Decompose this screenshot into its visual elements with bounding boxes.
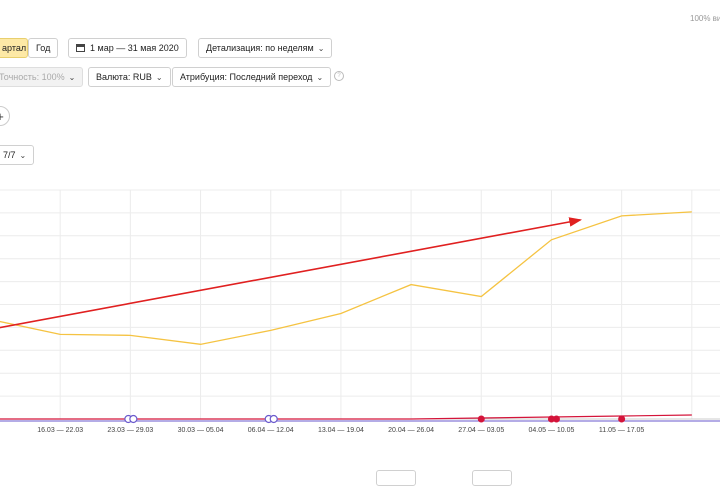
- series-line: [0, 211, 692, 345]
- scroll-handle[interactable]: [376, 470, 416, 486]
- x-tick-label: 20.04 — 26.04: [388, 427, 434, 434]
- x-tick-label: 04.05 — 10.05: [528, 427, 574, 434]
- x-tick-label: 06.04 — 12.04: [248, 427, 294, 434]
- event-marker: [618, 415, 626, 423]
- scroll-handle[interactable]: [472, 470, 512, 486]
- event-marker: [269, 414, 278, 424]
- line-chart: 15.0316.03 — 22.0323.03 — 29.0330.03 — 0…: [0, 189, 720, 434]
- x-tick-label: 11.05 — 17.05: [599, 427, 645, 434]
- x-tick-label: 30.03 — 05.04: [178, 427, 224, 434]
- event-marker: [552, 415, 560, 423]
- x-tick-label: 27.04 — 03.05: [458, 427, 504, 434]
- x-tick-label: 23.03 — 29.03: [107, 427, 153, 434]
- x-tick-label: 13.04 — 19.04: [318, 427, 364, 434]
- x-tick-label: 16.03 — 22.03: [37, 427, 83, 434]
- event-marker: [477, 415, 485, 423]
- event-marker: [129, 414, 138, 424]
- series-line: [0, 414, 692, 420]
